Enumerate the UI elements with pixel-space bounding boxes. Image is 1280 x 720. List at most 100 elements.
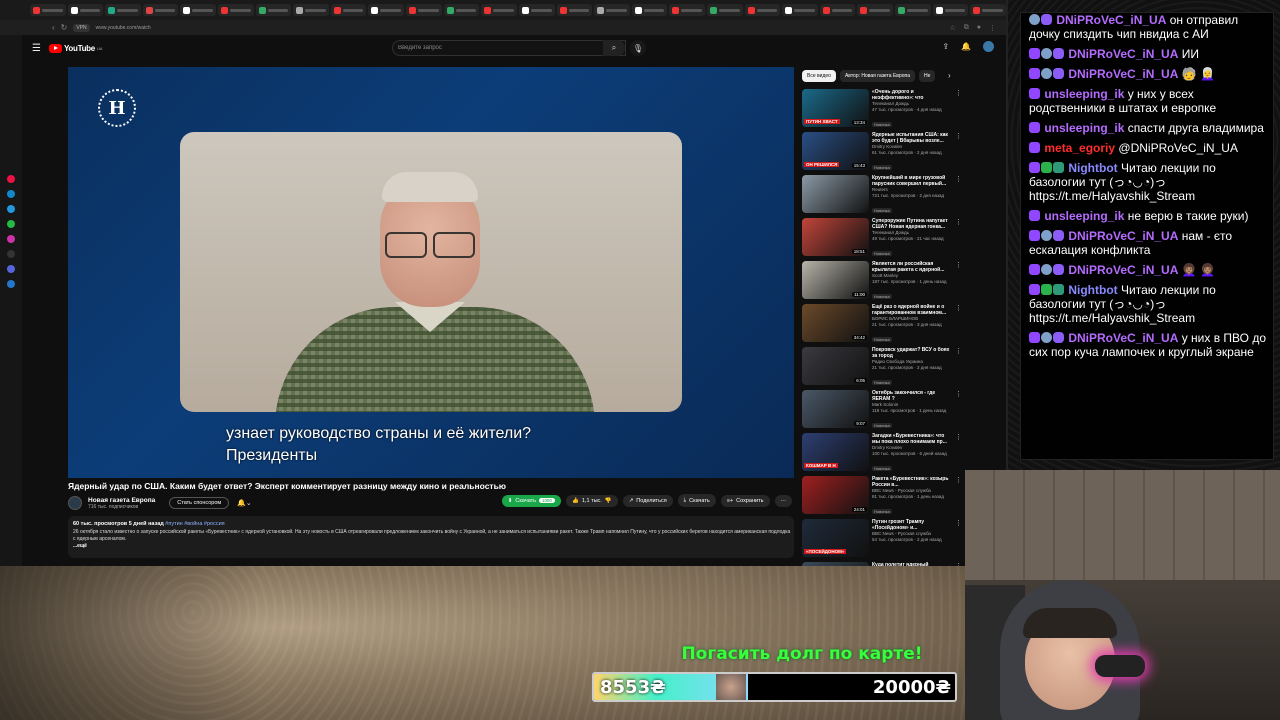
show-more-link[interactable]: ...ещё (73, 543, 789, 549)
recommended-video[interactable]: 11:00 Является ли российская крылатая рак… (802, 261, 962, 304)
address-bar[interactable]: ‹ ↻ VPN www.youtube.com/watch (0, 20, 1006, 35)
video-thumbnail[interactable]: 9:07 (802, 390, 869, 428)
browser-tab[interactable] (67, 4, 104, 16)
chat-username[interactable]: Nightbot (1068, 283, 1117, 297)
app-icon[interactable] (7, 280, 15, 288)
video-title[interactable]: Ядерные испытания США: как это будет | В… (872, 132, 951, 144)
app-icon[interactable] (7, 175, 15, 183)
browser-tab[interactable] (857, 4, 894, 16)
browser-tab[interactable] (970, 4, 1006, 16)
video-player[interactable]: Н узнает руководство страны и её жители?… (68, 67, 794, 478)
video-thumbnail[interactable]: 6:05 (802, 347, 869, 385)
video-title[interactable]: Является ли российская крылатая ракета с… (872, 261, 951, 273)
thumbs-down-icon[interactable]: 👎 (605, 498, 612, 504)
browser-tab[interactable] (30, 4, 66, 16)
browser-tab[interactable] (443, 4, 480, 16)
hamburger-menu-icon[interactable]: ☰ (32, 43, 41, 54)
more-options-icon[interactable]: ⋮ (955, 218, 962, 261)
chat-username[interactable]: unsleeping_ik (1044, 121, 1124, 135)
video-thumbnail[interactable]: 24:01 (802, 476, 869, 514)
extension-icon[interactable]: ⧉ (964, 24, 969, 32)
recommended-video[interactable]: «ПОСЕЙДОНОМ» Путин грозит Трампу «Посейдо… (802, 519, 962, 562)
reload-icon[interactable]: ↻ (61, 23, 68, 32)
chat-username[interactable]: DNiPRoVeC_iN_UA (1068, 331, 1178, 345)
more-options-icon[interactable]: ⋮ (955, 519, 962, 562)
video-thumbnail[interactable]: ОН РЕШИЛСЯ 15:43 (802, 132, 869, 170)
video-title[interactable]: Супероружие Путина напугает США? Новая я… (872, 218, 951, 230)
chat-username[interactable]: meta_egoriy (1044, 141, 1115, 155)
browser-tab[interactable] (293, 4, 329, 16)
chat-username[interactable]: DNiPRoVeC_iN_UA (1068, 229, 1178, 243)
search-input[interactable] (398, 45, 588, 51)
recommended-video[interactable]: 18:51 Супероружие Путина напугает США? Но… (802, 218, 962, 261)
browser-tab[interactable] (669, 4, 705, 16)
chat-username[interactable]: Nightbot (1068, 161, 1117, 175)
more-options-icon[interactable]: ⋮ (955, 261, 962, 304)
filter-chip[interactable]: Все видео (802, 70, 836, 82)
recommended-video[interactable]: 6:05 Покровск ударжат? ВСУ о боях за горо… (802, 347, 962, 390)
chat-username[interactable]: DNiPRoVeC_iN_UA (1068, 67, 1178, 81)
star-icon[interactable]: ☆ (949, 24, 955, 32)
more-options-icon[interactable]: ⋮ (955, 132, 962, 175)
browser-tab[interactable] (481, 4, 517, 16)
browser-tab[interactable] (518, 4, 555, 16)
url-text[interactable]: www.youtube.com/watch (96, 25, 151, 31)
more-options-icon[interactable]: ⋮ (955, 304, 962, 347)
recommended-video[interactable]: Крупнейший в мире грузовой парусник сове… (802, 175, 962, 218)
app-icon[interactable] (7, 190, 15, 198)
video-thumbnail[interactable] (802, 175, 869, 213)
browser-tab[interactable] (406, 4, 442, 16)
quality-badge[interactable]: 1080 (539, 498, 556, 503)
account-avatar[interactable] (983, 41, 994, 52)
video-thumbnail[interactable]: 18:51 (802, 218, 869, 256)
browser-tab[interactable] (895, 4, 931, 16)
channel-name[interactable]: Новая газета Европа (88, 497, 155, 504)
recommended-video[interactable]: ПУТИН ХВАСТ 13:34 «Очень дорого и неэффект… (802, 89, 962, 132)
browser-tab[interactable] (932, 4, 969, 16)
browser-tab[interactable] (556, 4, 593, 16)
save-button[interactable]: ≡+ Сохранить (720, 494, 770, 507)
more-options-icon[interactable]: ⋮ (955, 476, 962, 519)
chat-username[interactable]: DNiPRoVeC_iN_UA (1056, 13, 1166, 27)
video-title[interactable]: Покровск ударжат? ВСУ о боях за город (872, 347, 951, 359)
bell-icon[interactable]: 🔔 (961, 42, 971, 51)
recommended-video[interactable]: 9:07 Октябрь закончился - где ЯЕRAM ? Mark… (802, 390, 962, 433)
profile-icon[interactable]: ● (977, 24, 981, 32)
video-thumbnail[interactable]: ПУТИН ХВАСТ 13:34 (802, 89, 869, 127)
browser-tab[interactable] (368, 4, 405, 16)
voice-search-button[interactable]: 🎙 (630, 40, 646, 56)
browser-tab[interactable] (255, 4, 292, 16)
browser-tab[interactable] (105, 4, 141, 16)
recommended-video[interactable]: КОШМАР В Н Загадки «Буревестника»: что мы… (802, 433, 962, 476)
video-description[interactable]: 60 тыс. просмотров 5 дней назад #путин #… (68, 516, 794, 558)
video-title[interactable]: Ещё раз о ядерной войне и о гарантирован… (872, 304, 951, 316)
search-button[interactable]: ⌕ (603, 40, 625, 56)
youtube-logo[interactable]: YouTube UA (48, 43, 102, 53)
browser-tab[interactable] (744, 4, 781, 16)
video-thumbnail[interactable]: «ПОСЕЙДОНОМ» (802, 519, 869, 557)
video-thumbnail[interactable]: 34:42 (802, 304, 869, 342)
instagram-icon[interactable] (7, 235, 15, 243)
recommended-video[interactable]: 24:01 Ракета «Буревестник»: козырь России… (802, 476, 962, 519)
filter-chip[interactable]: Автор: Новая газета Европа (839, 70, 915, 82)
more-options-icon[interactable]: ⋮ (955, 175, 962, 218)
channel-avatar[interactable] (68, 496, 82, 510)
browser-tab[interactable] (142, 4, 179, 16)
hashtags[interactable]: #путин #война #россия (165, 521, 224, 527)
tab-strip[interactable] (0, 0, 1006, 20)
browser-tab[interactable] (218, 4, 254, 16)
browser-tab[interactable] (706, 4, 743, 16)
browser-tab[interactable] (594, 4, 630, 16)
video-thumbnail[interactable]: 11:00 (802, 261, 869, 299)
more-actions-button[interactable]: ⋯ (774, 494, 792, 507)
more-options-icon[interactable]: ⋮ (955, 347, 962, 390)
menu-dots-icon[interactable]: ⋮ (989, 24, 996, 32)
browser-tab[interactable] (819, 4, 856, 16)
video-title[interactable]: Путин грозит Трампу «Посейдоном» и... (872, 519, 951, 531)
more-options-icon[interactable]: ⋮ (955, 390, 962, 433)
recommended-video[interactable]: 34:42 Ещё раз о ядерной войне и о гаранти… (802, 304, 962, 347)
vpn-badge[interactable]: VPN (73, 23, 90, 32)
browser-extension-icons[interactable]: ☆ ⧉ ● ⋮ (949, 24, 996, 32)
video-title[interactable]: Ракета «Буревестник»: козырь России в... (872, 476, 951, 488)
browser-tab[interactable] (330, 4, 367, 16)
